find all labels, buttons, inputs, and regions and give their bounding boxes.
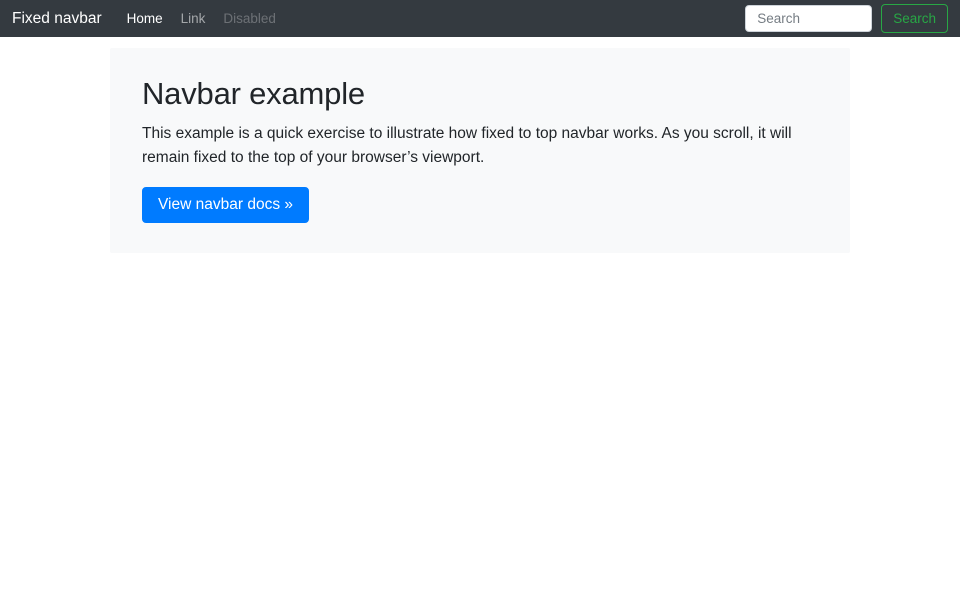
main-content: Navbar example This example is a quick e… — [0, 0, 960, 253]
jumbotron-description: This example is a quick exercise to illu… — [142, 122, 818, 170]
page-title: Navbar example — [142, 76, 818, 112]
navbar-nav: Home Link Disabled — [118, 3, 746, 34]
view-navbar-docs-button[interactable]: View navbar docs » — [142, 187, 309, 223]
search-input[interactable] — [745, 5, 872, 32]
search-form: Search — [745, 4, 948, 33]
nav-item-home[interactable]: Home — [118, 3, 172, 34]
search-button[interactable]: Search — [881, 4, 948, 33]
nav-item-link[interactable]: Link — [172, 3, 215, 34]
navbar-brand[interactable]: Fixed navbar — [12, 10, 102, 28]
jumbotron: Navbar example This example is a quick e… — [110, 48, 850, 253]
top-navbar: Fixed navbar Home Link Disabled Search — [0, 0, 960, 37]
nav-item-disabled: Disabled — [214, 3, 285, 34]
